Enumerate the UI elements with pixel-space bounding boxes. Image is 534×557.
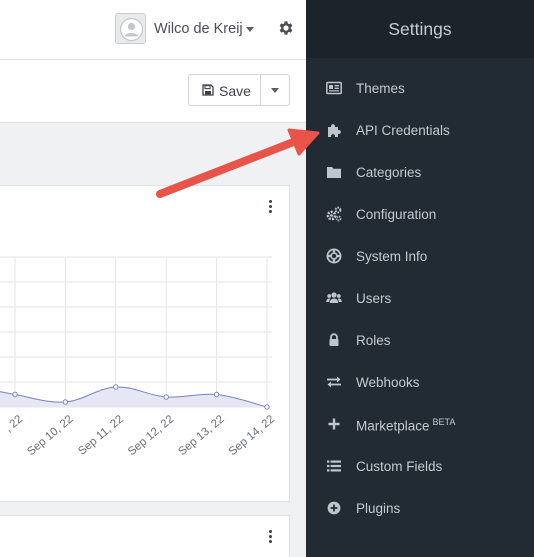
main-content: Wilco de Kreij Save , 22 Sep 10, 22 Sep 11… <box>0 0 306 557</box>
save-button-label: Save <box>219 83 251 99</box>
gear-icon[interactable] <box>277 19 295 37</box>
plus-icon <box>326 416 342 432</box>
x-axis-tick-label: Sep 12, 22 <box>126 413 176 458</box>
beta-badge: BETA <box>432 417 456 427</box>
puzzle-icon <box>326 122 342 138</box>
sidebar-item-api-credentials[interactable]: API Credentials <box>306 110 534 152</box>
sidebar-item-label: Marketplace BETA <box>356 417 455 434</box>
cogs-icon <box>326 206 342 222</box>
settings-title: Settings <box>306 0 534 58</box>
sidebar-item-users[interactable]: Users <box>306 278 534 320</box>
caret-down-icon <box>271 88 279 93</box>
marketplace-label: Marketplace <box>356 418 430 434</box>
users-icon <box>326 290 342 306</box>
lock-icon <box>326 332 342 348</box>
x-axis-tick-label: Sep 14, 22 <box>227 413 277 458</box>
card-menu-icon[interactable] <box>269 530 273 544</box>
user-menu-chevron-down-icon[interactable] <box>246 27 254 32</box>
exchange-arrows-icon <box>326 374 342 390</box>
sidebar-item-system-info[interactable]: System Info <box>306 236 534 278</box>
sidebar-item-label: Configuration <box>356 207 437 222</box>
sidebar-item-plugins[interactable]: Plugins <box>306 488 534 530</box>
user-name[interactable]: Wilco de Kreij <box>154 21 243 37</box>
toolbar: Save <box>0 60 306 123</box>
user-avatar-icon[interactable] <box>115 13 146 44</box>
chart-area-fill <box>0 386 267 407</box>
sidebar-item-label: System Info <box>356 249 428 264</box>
x-axis-tick-label: Sep 13, 22 <box>176 413 226 458</box>
themes-icon <box>326 80 342 96</box>
sidebar-item-categories[interactable]: Categories <box>306 152 534 194</box>
second-card <box>0 515 290 557</box>
chart-card: , 22 Sep 10, 22 Sep 11, 22 Sep 12, 22 Sep 13… <box>0 185 290 502</box>
x-axis-tick-label: , 22 <box>3 413 25 435</box>
sidebar-item-label: Custom Fields <box>356 459 443 474</box>
sidebar-item-label: Roles <box>356 333 391 348</box>
x-axis-tick-label: Sep 10, 22 <box>25 413 75 458</box>
save-button[interactable]: Save <box>188 74 261 106</box>
sidebar-item-label: Themes <box>356 81 405 96</box>
sidebar-item-label: API Credentials <box>356 123 450 138</box>
floppy-disk-icon <box>202 84 214 96</box>
save-options-dropdown[interactable] <box>260 74 290 106</box>
chart-data-point <box>12 391 18 398</box>
area-chart: , 22 Sep 10, 22 Sep 11, 22 Sep 12, 22 Sep 13… <box>0 256 277 458</box>
chart-data-point <box>264 404 270 410</box>
sidebar-item-label: Webhooks <box>356 375 420 390</box>
settings-sidebar: Settings Themes API Credentials Categori… <box>306 0 534 557</box>
lifebuoy-icon <box>326 248 342 264</box>
sidebar-item-themes[interactable]: Themes <box>306 68 534 110</box>
chart-data-point <box>113 384 119 390</box>
chart-data-point <box>213 391 220 398</box>
plus-circle-icon <box>326 500 342 516</box>
sidebar-item-webhooks[interactable]: Webhooks <box>306 362 534 404</box>
x-axis-tick-label: Sep 11, 22 <box>76 413 126 457</box>
sidebar-item-label: Users <box>356 291 392 306</box>
sidebar-item-roles[interactable]: Roles <box>306 320 534 362</box>
list-icon <box>326 458 342 474</box>
chart-data-point <box>62 399 69 405</box>
sidebar-item-label: Categories <box>356 165 422 180</box>
sidebar-item-marketplace[interactable]: Marketplace BETA <box>306 404 534 446</box>
sidebar-item-configuration[interactable]: Configuration <box>306 194 534 236</box>
sidebar-item-custom-fields[interactable]: Custom Fields <box>306 446 534 488</box>
sidebar-item-label: Plugins <box>356 501 401 516</box>
top-bar: Wilco de Kreij <box>0 0 306 60</box>
chart-data-point <box>163 394 169 400</box>
folder-icon <box>326 164 342 180</box>
